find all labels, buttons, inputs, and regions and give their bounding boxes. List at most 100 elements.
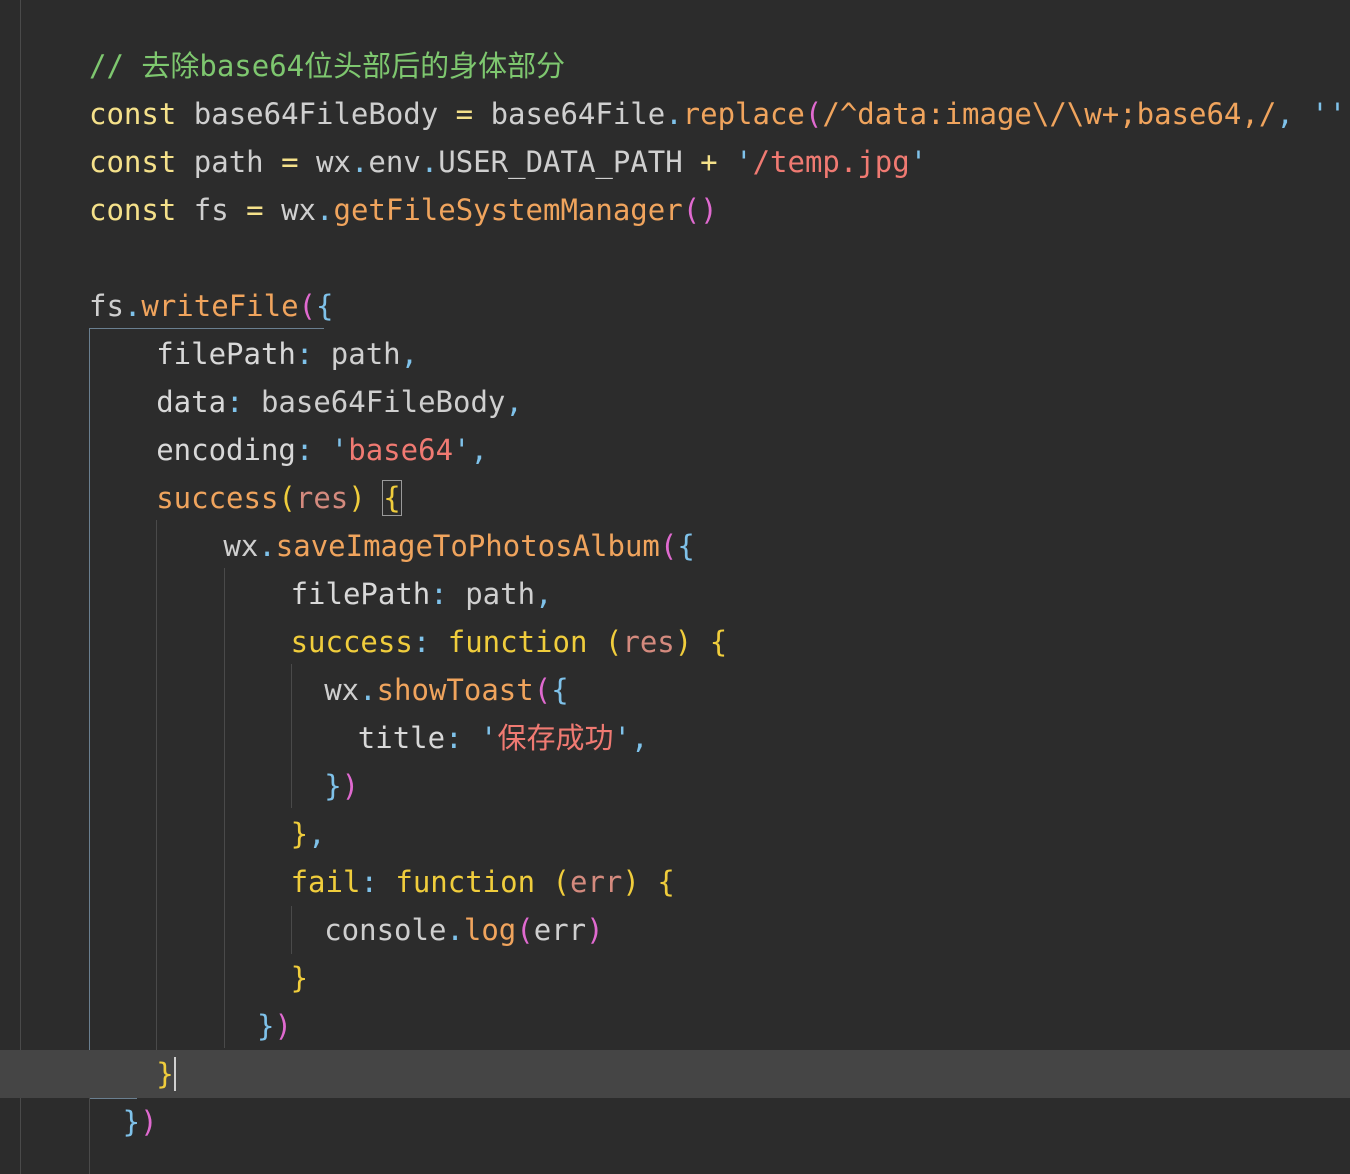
- code-token: (): [682, 193, 718, 227]
- code-token: '': [1311, 97, 1347, 131]
- code-text: }: [291, 954, 308, 1002]
- code-line[interactable]: // 去除base64位头部后的身体部分: [0, 42, 1350, 90]
- code-text: fail: function (err) {: [291, 858, 675, 906]
- code-token: err: [569, 865, 623, 899]
- code-token: .: [665, 97, 683, 131]
- code-token: .: [316, 193, 334, 227]
- code-token: ): [1346, 97, 1350, 131]
- code-token: // 去除base64位头部后的身体部分: [89, 49, 566, 83]
- code-text: filePath: path,: [156, 330, 418, 378]
- code-text: console.log(err): [324, 906, 603, 954]
- code-text: // 去除base64位头部后的身体部分: [89, 42, 565, 90]
- code-token: base64: [348, 433, 454, 467]
- code-token: err: [533, 913, 587, 947]
- code-token: :: [445, 721, 481, 755]
- code-line[interactable]: data: base64FileBody,: [0, 378, 1350, 426]
- code-line[interactable]: }): [0, 762, 1350, 810]
- code-text: wx.saveImageToPhotosAlbum({: [223, 522, 694, 570]
- code-text: }): [324, 762, 359, 810]
- code-line[interactable]: [0, 234, 1350, 282]
- code-token: success: [156, 481, 279, 515]
- code-token: filePath: [156, 337, 296, 371]
- code-line[interactable]: filePath: path,: [0, 330, 1350, 378]
- code-token: ': [330, 433, 349, 467]
- code-line[interactable]: }): [0, 1002, 1350, 1050]
- code-token: :: [430, 577, 466, 611]
- code-token: }: [290, 817, 309, 851]
- code-token: (: [659, 529, 678, 563]
- code-line[interactable]: }: [0, 954, 1350, 1002]
- code-line[interactable]: }): [0, 1098, 1350, 1146]
- code-token: ,: [505, 385, 523, 419]
- code-text: encoding: 'base64',: [156, 426, 488, 474]
- code-line[interactable]: encoding: 'base64',: [0, 426, 1350, 474]
- code-line[interactable]: }: [0, 1050, 1350, 1098]
- code-line[interactable]: },: [0, 810, 1350, 858]
- code-token: (: [278, 481, 296, 515]
- code-line[interactable]: success: function (res) {: [0, 618, 1350, 666]
- code-token: {: [382, 480, 402, 516]
- code-token: const: [89, 97, 177, 131]
- code-token: title: [357, 721, 446, 755]
- code-token: (: [516, 913, 534, 947]
- code-token: path: [465, 577, 536, 611]
- code-token: console: [324, 913, 447, 947]
- code-token: path: [330, 337, 401, 371]
- code-token: ,: [470, 433, 488, 467]
- code-line[interactable]: const fs = wx.getFileSystemManager(): [0, 186, 1350, 234]
- code-token: writeFile: [141, 289, 299, 323]
- code-text: filePath: path,: [291, 570, 553, 618]
- code-editor[interactable]: // 去除base64位头部后的身体部分 const base64FileBody…: [0, 0, 1350, 1174]
- code-text: }): [257, 1002, 292, 1050]
- code-token: function: [395, 865, 536, 899]
- code-line[interactable]: const path = wx.env.USER_DATA_PATH + '/t…: [0, 138, 1350, 186]
- code-token: fs: [176, 193, 247, 227]
- code-token: /^data:image\/\w+;base64,/: [822, 97, 1277, 131]
- code-line[interactable]: wx.saveImageToPhotosAlbum({: [0, 522, 1350, 570]
- code-token: ): [274, 1009, 292, 1043]
- code-token: wx: [324, 673, 360, 707]
- code-token: log: [463, 913, 517, 947]
- code-line[interactable]: const base64FileBody = base64File.replac…: [0, 90, 1350, 138]
- code-token: ,: [1276, 97, 1312, 131]
- code-token: ': [717, 145, 753, 179]
- code-token: base64FileBody: [260, 385, 506, 419]
- code-token: res: [622, 625, 675, 659]
- code-token: {: [709, 625, 728, 659]
- code-token: ): [622, 865, 640, 899]
- code-token: ,: [535, 577, 553, 611]
- code-token: res: [295, 481, 349, 515]
- code-text: success: function (res) {: [291, 618, 728, 666]
- code-token: .: [420, 145, 439, 179]
- code-token: .: [258, 529, 276, 563]
- code-text: }): [123, 1098, 158, 1146]
- code-token: data: [156, 385, 227, 419]
- code-line[interactable]: title: '保存成功',: [0, 714, 1350, 762]
- code-token: success: [290, 625, 413, 659]
- code-token: env: [368, 145, 421, 179]
- code-token: .: [446, 913, 464, 947]
- code-line[interactable]: fail: function (err) {: [0, 858, 1350, 906]
- code-token: ): [674, 625, 693, 659]
- code-token: :: [295, 433, 331, 467]
- code-token: +: [700, 145, 718, 179]
- code-line[interactable]: fs.writeFile({: [0, 282, 1350, 330]
- code-token: ': [453, 433, 471, 467]
- code-token: base64FileBody: [176, 97, 456, 131]
- code-text: const fs = wx.getFileSystemManager(): [89, 186, 718, 234]
- code-text: data: base64FileBody,: [156, 378, 523, 426]
- code-token: wx: [298, 145, 351, 179]
- code-token: {: [551, 673, 569, 707]
- code-line[interactable]: wx.showToast({: [0, 666, 1350, 714]
- code-line[interactable]: console.log(err): [0, 906, 1350, 954]
- code-token: {: [677, 529, 695, 563]
- code-token: const: [89, 193, 177, 227]
- code-token: (: [604, 625, 623, 659]
- code-token: 保存成功: [497, 721, 614, 755]
- code-line[interactable]: filePath: path,: [0, 570, 1350, 618]
- code-line[interactable]: success(res) {: [0, 474, 1350, 522]
- code-token: :: [295, 337, 331, 371]
- code-token: =: [246, 193, 264, 227]
